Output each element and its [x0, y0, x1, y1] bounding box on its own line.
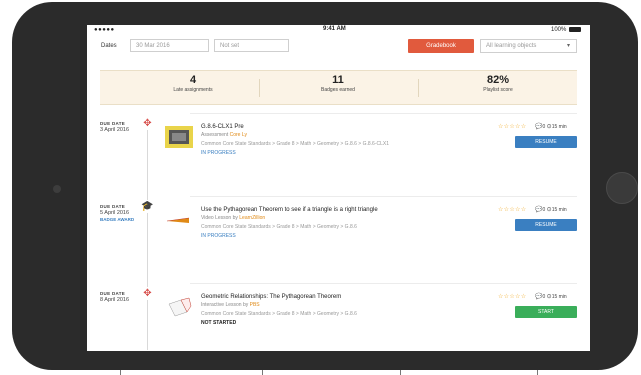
- stat-label: Badges earned: [321, 87, 355, 93]
- battery-percent: 100%: [551, 27, 567, 33]
- start-date-input[interactable]: 30 Mar 2016: [130, 39, 209, 52]
- stat-label: Playlist score: [483, 87, 513, 93]
- standards-path: Common Core State Standards > Grade 8 > …: [201, 141, 390, 147]
- tick: [262, 370, 263, 375]
- assignment-source: Assessment Core Ly: [201, 132, 247, 138]
- assignment-title[interactable]: Geometric Relationships: The Pythagorean…: [201, 294, 341, 300]
- provider-link[interactable]: LearnZillion: [239, 215, 265, 221]
- clock: 9:41 AM: [323, 26, 346, 32]
- divider: [259, 79, 260, 97]
- provider-link[interactable]: Core Ly: [230, 132, 247, 138]
- stat-value: 82%: [486, 74, 510, 86]
- dock-ticks: [0, 370, 641, 375]
- tick: [400, 370, 401, 375]
- stat-label: Late assignments: [173, 87, 213, 93]
- end-date-input[interactable]: Not set: [214, 39, 289, 52]
- stat-playlist-score: 82% Playlist score: [433, 74, 563, 93]
- comment-count: 0: [542, 124, 546, 130]
- due-date-label: DUE DATE: [100, 291, 126, 296]
- rating-stars-icon[interactable]: ☆☆☆☆☆: [498, 293, 526, 300]
- dates-label: Dates: [101, 43, 117, 49]
- assignment-type: Assessment: [201, 132, 230, 138]
- stat-value: 4: [189, 74, 197, 86]
- stat-value: 11: [332, 74, 344, 86]
- stat-badges-earned: 11 Badges earned: [273, 74, 403, 93]
- status-label: IN PROGRESS: [201, 233, 236, 239]
- assignment-meta: 💬0 ⊙15 min: [535, 123, 567, 130]
- learning-objects-select[interactable]: All learning objects ▾: [480, 39, 577, 53]
- due-date: 8 April 2016: [100, 297, 130, 303]
- stat-late-assignments: 4 Late assignments: [128, 74, 258, 93]
- assignment-meta: 💬0 ⊙15 min: [535, 293, 567, 300]
- assignment-row[interactable]: DUE DATE 8 April 2016 ✥ Geometric Relati…: [87, 283, 590, 351]
- badge-award-label: BADGE AWARD: [100, 217, 135, 222]
- stats-panel: 4 Late assignments 11 Badges earned 82% …: [100, 70, 577, 105]
- assignment-type: Video Lesson by: [201, 215, 240, 221]
- standards-path: Common Core State Standards > Grade 8 > …: [201, 311, 357, 317]
- camera: [53, 185, 61, 193]
- assignment-row[interactable]: DUE DATE 5 April 2016 BADGE AWARD 🎓 Use …: [87, 196, 590, 276]
- status-label: IN PROGRESS: [201, 150, 236, 156]
- home-button[interactable]: [606, 172, 638, 204]
- target-icon: ✥: [141, 287, 154, 300]
- rating-stars-icon[interactable]: ☆☆☆☆☆: [498, 123, 526, 130]
- gradebook-button[interactable]: Gradebook: [408, 39, 474, 53]
- rating-stars-icon[interactable]: ☆☆☆☆☆: [498, 206, 526, 213]
- assignment-title[interactable]: Use the Pythagorean Theorem to see if a …: [201, 207, 378, 213]
- status-label: NOT STARTED: [201, 320, 237, 326]
- battery-icon: [569, 27, 581, 32]
- chevron-down-icon: ▾: [566, 43, 570, 49]
- tick: [537, 370, 538, 375]
- interactive-thumbnail: [165, 296, 193, 318]
- resume-button[interactable]: RESUME: [515, 219, 577, 231]
- tablet-frame: ●●●●● 9:41 AM 100% Dates 30 Mar 2016 Not…: [12, 2, 638, 370]
- duration: 15 min: [551, 124, 567, 130]
- graduation-cap-icon: 🎓: [141, 200, 154, 213]
- tick: [120, 370, 121, 375]
- standards-path: Common Core State Standards > Grade 8 > …: [201, 224, 357, 230]
- assignment-row[interactable]: DUE DATE 3 April 2016 ✥ G.8.6-CLX1 Pre A…: [87, 113, 590, 193]
- assignment-meta: 💬0 ⊙15 min: [535, 206, 567, 213]
- row-divider: [190, 283, 577, 284]
- due-date: 5 April 2016: [100, 210, 130, 216]
- resume-button[interactable]: RESUME: [515, 136, 577, 148]
- row-divider: [190, 113, 577, 114]
- assignment-title[interactable]: G.8.6-CLX1 Pre: [201, 124, 244, 130]
- comment-count: 0: [542, 207, 546, 213]
- comment-count: 0: [542, 294, 546, 300]
- status-bar: ●●●●● 9:41 AM 100%: [87, 25, 590, 35]
- signal-indicator: ●●●●●: [94, 27, 115, 33]
- start-button[interactable]: START: [515, 306, 577, 318]
- assignment-source: Video Lesson by LearnZillion: [201, 215, 265, 221]
- assignment-source: Interactive Lesson by PBS: [201, 302, 260, 308]
- duration: 15 min: [551, 207, 567, 213]
- target-icon: ✥: [141, 117, 154, 130]
- screen: ●●●●● 9:41 AM 100% Dates 30 Mar 2016 Not…: [87, 25, 590, 351]
- provider-link[interactable]: PBS: [250, 302, 260, 308]
- due-date-label: DUE DATE: [100, 121, 126, 126]
- learning-objects-value: All learning objects: [486, 43, 537, 49]
- row-divider: [190, 196, 577, 197]
- video-thumbnail: [165, 209, 193, 231]
- due-date: 3 April 2016: [100, 127, 130, 133]
- divider: [418, 79, 419, 97]
- due-date-label: DUE DATE: [100, 204, 126, 209]
- assessment-thumbnail: [165, 126, 193, 148]
- filter-bar: Dates 30 Mar 2016 Not set Gradebook All …: [87, 37, 590, 59]
- assignment-type: Interactive Lesson by: [201, 302, 250, 308]
- duration: 15 min: [551, 294, 567, 300]
